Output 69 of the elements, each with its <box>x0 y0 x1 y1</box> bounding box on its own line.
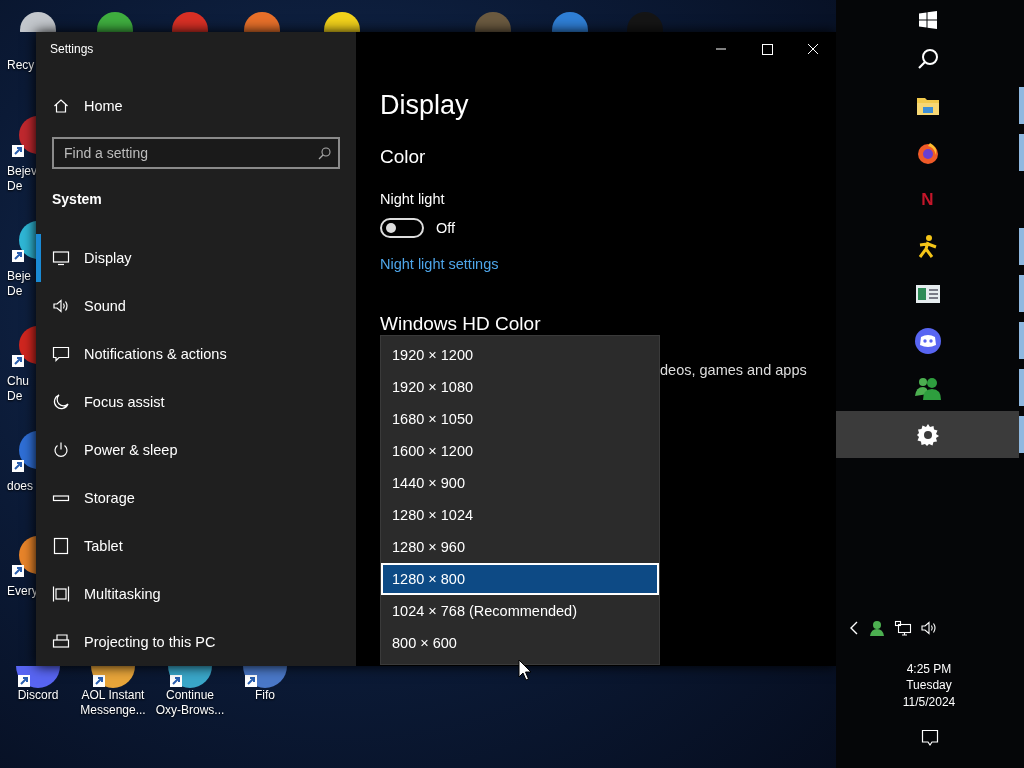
clock-date: 11/5/2024 <box>902 693 956 710</box>
taskbar-button[interactable] <box>836 411 1019 458</box>
section-title: Windows HD Color <box>380 312 542 336</box>
dropdown-option[interactable]: 1280 × 960 <box>381 531 659 563</box>
settings-link[interactable]: Night light settings <box>380 254 499 274</box>
chat-app-icon <box>914 327 941 354</box>
dropdown-option[interactable]: 1600 × 1200 <box>381 435 659 467</box>
chevron-icon[interactable] <box>848 619 860 636</box>
nav-item[interactable]: Focus assist <box>36 378 356 426</box>
clock-time: 4:25 PM <box>906 660 952 677</box>
dropdown-option[interactable]: 1920 × 1200 <box>381 339 659 371</box>
clock-day: Tuesday <box>906 677 952 694</box>
dropdown-option[interactable]: 800 × 600 <box>381 627 659 659</box>
window-title: Settings <box>49 41 95 58</box>
search-icon <box>916 48 939 70</box>
toggle-switch[interactable] <box>380 218 424 238</box>
setting-label: Night light <box>380 190 446 209</box>
dropdown-option[interactable]: 1024 × 768 (Recommended) <box>381 595 659 627</box>
speaker-icon[interactable] <box>921 619 939 636</box>
icon-label: does <box>7 479 34 494</box>
nav-item[interactable]: Storage <box>36 474 356 522</box>
nav-item[interactable]: Tablet <box>36 522 356 570</box>
moon-icon <box>52 393 70 411</box>
dropdown-option[interactable]: 1280 × 800 <box>381 563 659 595</box>
description-text: deos, games and apps <box>660 362 807 378</box>
app-letter-icon: N <box>921 189 934 210</box>
power-icon <box>52 441 70 459</box>
nav-item[interactable]: Notifications & actions <box>36 330 356 378</box>
home-link[interactable]: Home <box>36 82 356 130</box>
people-icon <box>914 375 941 400</box>
icon-label: Bejev De <box>7 164 38 194</box>
user-icon[interactable] <box>869 619 885 636</box>
speaker-icon <box>52 297 70 315</box>
network-icon[interactable] <box>894 619 912 636</box>
icon-label: Beje De <box>7 269 32 299</box>
icon-label: Chu De <box>7 374 29 404</box>
search-field[interactable]: Find a setting <box>52 137 340 169</box>
section-title: Color <box>380 145 427 169</box>
icon-label: Recy <box>7 58 35 73</box>
speech-bubble-icon <box>52 345 70 363</box>
nav-item[interactable]: Multitasking <box>36 570 356 618</box>
clock[interactable]: 4:25 PM Tuesday 11/5/2024 <box>836 660 1024 710</box>
windows-logo-icon <box>918 10 937 29</box>
page-title: Display <box>380 89 470 122</box>
nav-item[interactable]: Projecting to this PC <box>36 618 356 666</box>
dropdown-option[interactable]: 1920 × 1080 <box>381 371 659 403</box>
home-icon <box>53 98 69 114</box>
search-icon <box>318 147 331 160</box>
monitor-icon <box>52 249 70 267</box>
nav-item[interactable]: Sound <box>36 282 356 330</box>
section-title: System <box>51 190 103 209</box>
dropdown-option[interactable]: 1680 × 1050 <box>381 403 659 435</box>
icon-label: Fifo <box>254 688 276 703</box>
icon-label: Continue Oxy-Brows... <box>154 688 226 718</box>
newspaper-icon <box>915 284 940 303</box>
dropdown-option[interactable]: 1440 × 900 <box>381 467 659 499</box>
icon-label: Discord <box>16 688 60 703</box>
settings-icon <box>916 423 939 446</box>
browser-icon <box>915 140 940 165</box>
icon-label: AOL Instant Messenge... <box>79 688 147 718</box>
toggle-state: Off <box>436 220 456 236</box>
windows-icon <box>52 585 70 603</box>
tablet-icon <box>52 537 70 555</box>
dropdown-option[interactable]: 1280 × 1024 <box>381 499 659 531</box>
running-figure-icon <box>917 234 938 259</box>
notifications-icon[interactable] <box>921 729 939 747</box>
folder-icon <box>916 96 939 115</box>
projector-icon <box>52 633 70 651</box>
nav-item[interactable]: Power & sleep <box>36 426 356 474</box>
